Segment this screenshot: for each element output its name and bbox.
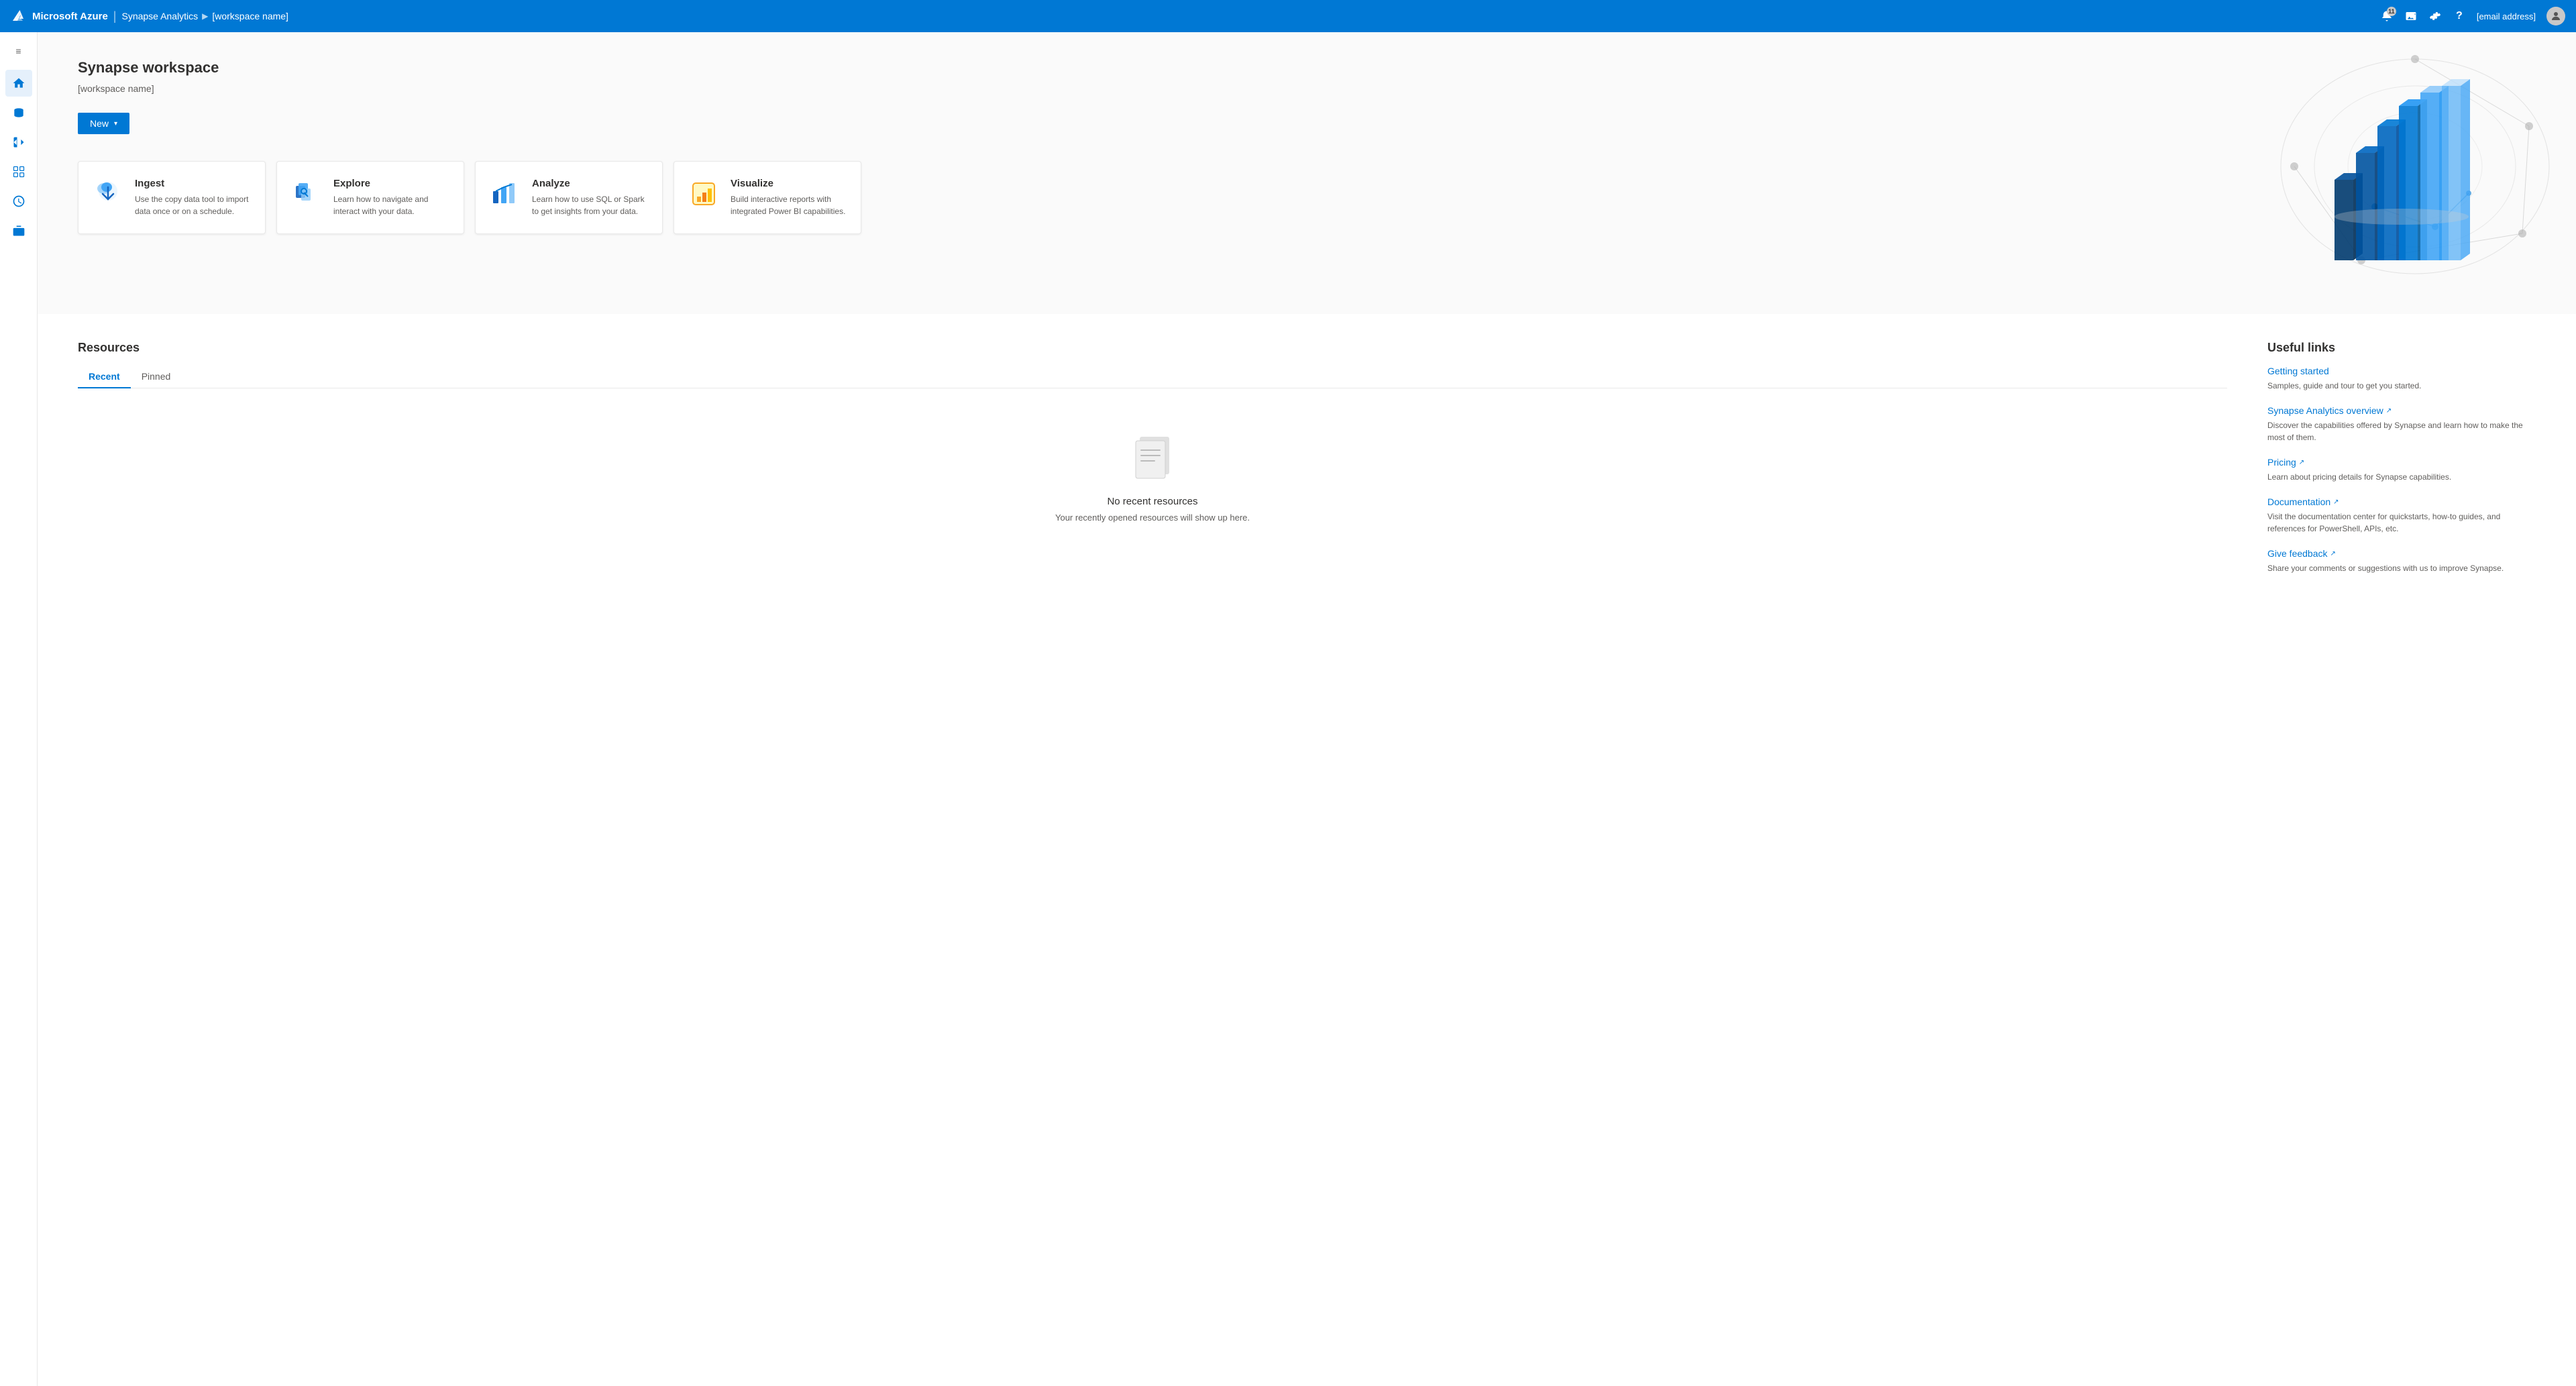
resources-title: Resources — [78, 341, 2227, 355]
sidebar-item-integrate[interactable] — [5, 158, 32, 185]
new-button[interactable]: New ▾ — [78, 113, 129, 134]
settings-icon[interactable] — [2428, 9, 2442, 23]
breadcrumb-chevron: ▶ — [202, 11, 208, 21]
give-feedback-link[interactable]: Give feedback ↗ — [2267, 548, 2336, 559]
user-email[interactable]: [email address] — [2477, 11, 2536, 21]
documentation-link[interactable]: Documentation ↗ — [2267, 496, 2339, 507]
visualize-desc: Build interactive reports with integrate… — [731, 193, 847, 217]
getting-started-desc: Samples, guide and tour to get you start… — [2267, 380, 2536, 392]
card-visualize[interactable]: Visualize Build interactive reports with… — [674, 161, 861, 234]
link-synapse-overview: Synapse Analytics overview ↗ Discover th… — [2267, 405, 2536, 443]
topnav: Microsoft Azure | Synapse Analytics ▶ [w… — [0, 0, 2576, 32]
breadcrumb: Synapse Analytics ▶ [workspace name] — [121, 11, 288, 21]
give-feedback-desc: Share your comments or suggestions with … — [2267, 562, 2536, 574]
product-name: Synapse Analytics — [121, 11, 198, 21]
brand-label: Microsoft Azure — [32, 11, 108, 22]
workspace-breadcrumb: [workspace name] — [212, 11, 288, 21]
layout: ≡ — [0, 32, 2576, 1386]
ext-icon-1: ↗ — [2386, 407, 2392, 415]
pricing-link[interactable]: Pricing ↗ — [2267, 457, 2304, 468]
ingest-desc: Use the copy data tool to import data on… — [135, 193, 252, 217]
explore-desc: Learn how to navigate and interact with … — [333, 193, 450, 217]
useful-links-title: Useful links — [2267, 341, 2536, 355]
ingest-title: Ingest — [135, 178, 252, 189]
card-ingest[interactable]: Ingest Use the copy data tool to import … — [78, 161, 266, 234]
notification-badge: 11 — [2387, 7, 2396, 16]
link-documentation: Documentation ↗ Visit the documentation … — [2267, 496, 2536, 535]
visualize-icon — [688, 178, 720, 210]
azure-logo-icon — [11, 8, 27, 24]
resources-section: Resources Recent Pinned — [38, 314, 2576, 1386]
resources-right: Useful links Getting started Samples, gu… — [2267, 341, 2536, 1359]
synapse-overview-link[interactable]: Synapse Analytics overview ↗ — [2267, 405, 2392, 416]
pricing-desc: Learn about pricing details for Synapse … — [2267, 471, 2536, 483]
ext-icon-4: ↗ — [2330, 550, 2336, 557]
nav-separator: | — [113, 9, 117, 23]
sidebar-item-data[interactable] — [5, 99, 32, 126]
hero-illustration — [2241, 32, 2576, 287]
brand: Microsoft Azure — [11, 8, 108, 24]
user-avatar[interactable] — [2546, 7, 2565, 25]
empty-desc: Your recently opened resources will show… — [1055, 513, 1250, 523]
synapse-overview-desc: Discover the capabilities offered by Syn… — [2267, 419, 2536, 443]
analyze-desc: Learn how to use SQL or Spark to get ins… — [532, 193, 649, 217]
resources-tabs: Recent Pinned — [78, 366, 2227, 388]
ext-icon-3: ↗ — [2333, 498, 2339, 506]
link-getting-started: Getting started Samples, guide and tour … — [2267, 366, 2536, 392]
cloud-shell-icon[interactable] — [2404, 9, 2418, 23]
workspace-name-label: [workspace name] — [78, 83, 2536, 94]
link-give-feedback: Give feedback ↗ Share your comments or s… — [2267, 548, 2536, 574]
getting-started-link[interactable]: Getting started — [2267, 366, 2329, 376]
sidebar-item-develop[interactable] — [5, 129, 32, 156]
card-analyze[interactable]: Analyze Learn how to use SQL or Spark to… — [475, 161, 663, 234]
link-pricing: Pricing ↗ Learn about pricing details fo… — [2267, 457, 2536, 483]
dropdown-arrow-icon: ▾ — [114, 120, 117, 127]
tab-pinned[interactable]: Pinned — [131, 366, 182, 388]
empty-title: No recent resources — [1107, 496, 1197, 507]
empty-resources: No recent resources Your recently opened… — [78, 405, 2227, 549]
notifications-icon[interactable]: 11 — [2380, 9, 2394, 23]
workspace-title: Synapse workspace — [78, 59, 2536, 76]
tab-recent[interactable]: Recent — [78, 366, 131, 388]
visualize-title: Visualize — [731, 178, 847, 189]
cards-row: Ingest Use the copy data tool to import … — [78, 161, 2536, 234]
sidebar-toggle[interactable]: ≡ — [5, 38, 32, 64]
analyze-title: Analyze — [532, 178, 649, 189]
sidebar-item-manage[interactable] — [5, 217, 32, 244]
hero-section: Synapse workspace [workspace name] New ▾ — [38, 32, 2576, 314]
sidebar-item-monitor[interactable] — [5, 188, 32, 215]
topnav-right: 11 ? [email address] — [2380, 7, 2565, 25]
ext-icon-2: ↗ — [2299, 459, 2304, 466]
documentation-desc: Visit the documentation center for quick… — [2267, 511, 2536, 535]
sidebar-item-home[interactable] — [5, 70, 32, 97]
ingest-icon — [92, 178, 124, 210]
analyze-icon — [489, 178, 521, 210]
help-icon[interactable]: ? — [2453, 9, 2466, 23]
sidebar: ≡ — [0, 32, 38, 1386]
empty-state-icon — [1129, 431, 1176, 485]
resources-left: Resources Recent Pinned — [78, 341, 2227, 1359]
explore-title: Explore — [333, 178, 450, 189]
main-content: Synapse workspace [workspace name] New ▾ — [38, 32, 2576, 1386]
explore-icon — [290, 178, 323, 210]
card-explore[interactable]: Explore Learn how to navigate and intera… — [276, 161, 464, 234]
